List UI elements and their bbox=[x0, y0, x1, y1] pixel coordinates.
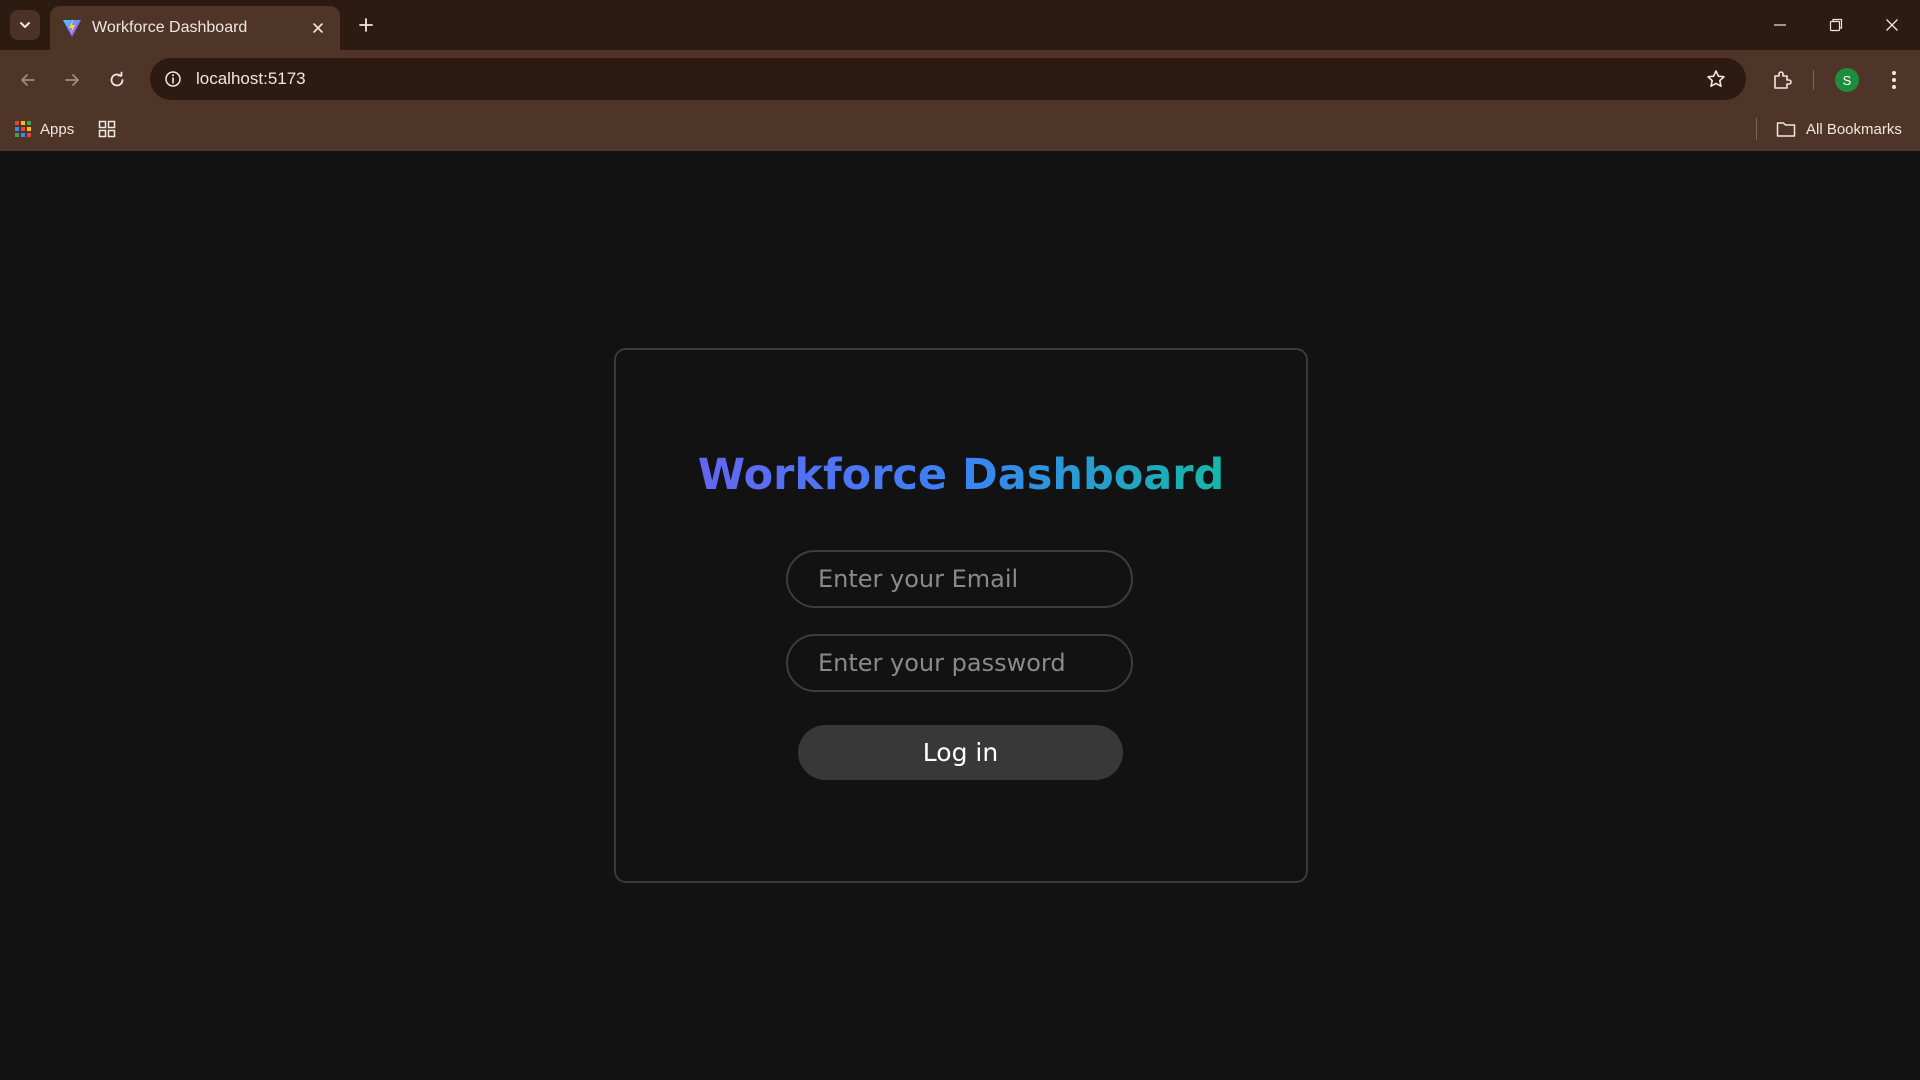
site-info-button[interactable] bbox=[160, 66, 186, 92]
minimize-icon bbox=[1774, 24, 1786, 26]
plus-icon bbox=[359, 18, 373, 32]
apps-grid-icon bbox=[15, 121, 31, 137]
forward-button[interactable] bbox=[56, 64, 88, 96]
folder-icon bbox=[1776, 122, 1796, 137]
star-icon bbox=[1707, 70, 1725, 87]
login-card: Workforce Dashboard Log in bbox=[614, 348, 1308, 883]
reload-icon bbox=[110, 71, 124, 87]
toolbar-divider bbox=[1813, 70, 1814, 90]
restore-icon bbox=[1829, 18, 1843, 32]
bookmarks-bar: Apps All Bookmarks bbox=[0, 108, 1920, 151]
tab-groups-button[interactable] bbox=[95, 117, 119, 141]
window-controls bbox=[1752, 0, 1920, 50]
vite-favicon-icon bbox=[62, 18, 82, 38]
password-field[interactable] bbox=[786, 634, 1133, 692]
bookmark-apps-label: Apps bbox=[40, 120, 75, 138]
restore-button[interactable] bbox=[1808, 0, 1864, 50]
bookmark-apps[interactable]: Apps bbox=[14, 116, 74, 142]
reload-button[interactable] bbox=[101, 64, 133, 96]
url-text: localhost:5173 bbox=[196, 69, 306, 88]
tab-close-button[interactable] bbox=[304, 14, 332, 42]
profile-avatar[interactable]: S bbox=[1835, 68, 1859, 92]
close-icon bbox=[1886, 19, 1898, 31]
browser-tabstrip: Workforce Dashboard bbox=[0, 0, 1920, 50]
close-icon bbox=[313, 23, 323, 33]
login-button[interactable]: Log in bbox=[798, 725, 1123, 780]
back-button[interactable] bbox=[12, 64, 44, 96]
info-icon bbox=[165, 71, 181, 87]
login-title-text: Workforce Dashboard bbox=[697, 450, 1225, 500]
more-vertical-icon bbox=[1892, 71, 1896, 89]
extensions-button[interactable] bbox=[1766, 64, 1798, 96]
puzzle-icon bbox=[1774, 71, 1792, 89]
tab-title: Workforce Dashboard bbox=[92, 19, 248, 36]
grid-icon bbox=[98, 120, 116, 138]
email-field[interactable] bbox=[786, 550, 1133, 608]
tab-active[interactable]: Workforce Dashboard bbox=[50, 6, 340, 50]
chevron-down-icon bbox=[20, 22, 30, 28]
bookmark-star-button[interactable] bbox=[1700, 63, 1732, 95]
page-viewport: Workforce Dashboard Log in bbox=[0, 151, 1920, 1080]
browser-menu-button[interactable] bbox=[1878, 64, 1910, 96]
login-title: Workforce Dashboard bbox=[616, 450, 1306, 500]
bookmarks-divider bbox=[1756, 118, 1757, 140]
browser-toolbar: localhost:5173 S bbox=[0, 50, 1920, 108]
close-window-button[interactable] bbox=[1864, 0, 1920, 50]
tab-search-button[interactable] bbox=[10, 10, 40, 40]
arrow-right-icon bbox=[65, 74, 79, 86]
minimize-button[interactable] bbox=[1752, 0, 1808, 50]
all-bookmarks-button[interactable]: All Bookmarks bbox=[1776, 116, 1902, 142]
arrow-left-icon bbox=[21, 74, 35, 86]
new-tab-button[interactable] bbox=[352, 11, 380, 39]
all-bookmarks-label: All Bookmarks bbox=[1806, 120, 1902, 138]
address-bar[interactable]: localhost:5173 bbox=[150, 58, 1746, 100]
